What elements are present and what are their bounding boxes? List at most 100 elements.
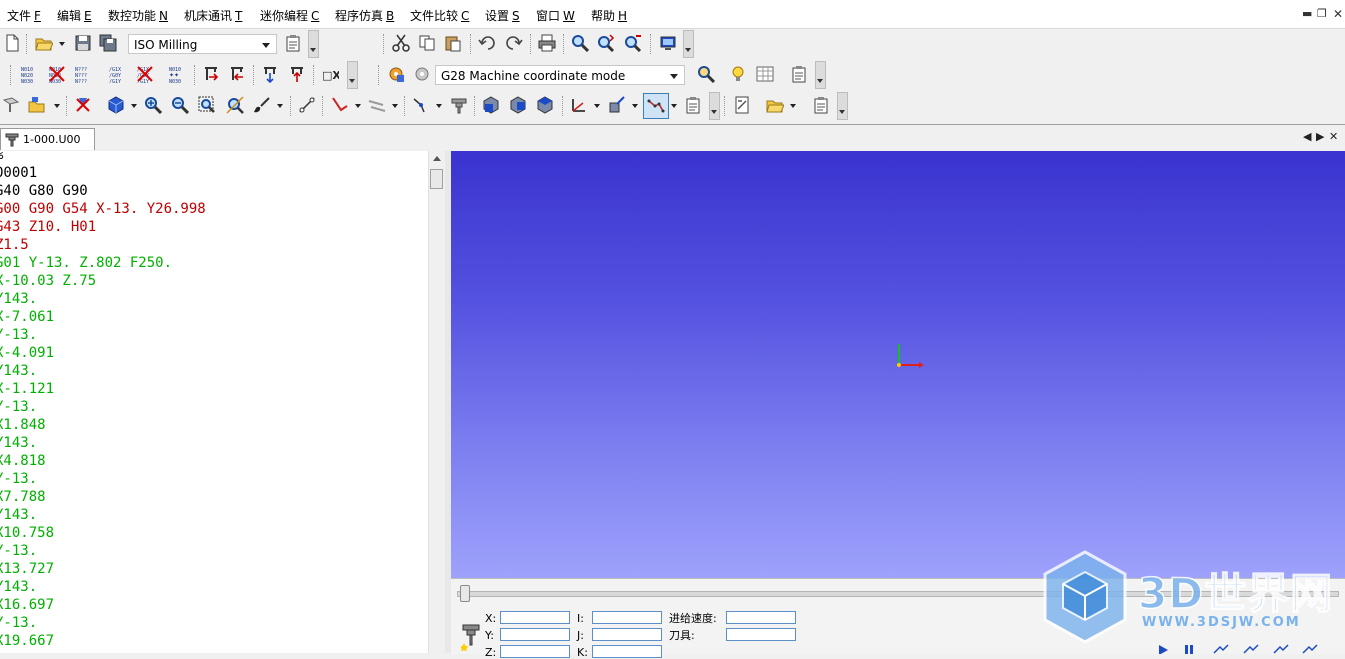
properties-button[interactable] (788, 63, 810, 85)
uncomment-lines-button[interactable]: /G1X/G0Y/G1Y (134, 63, 156, 85)
toolbar-overflow-button[interactable] (308, 30, 319, 58)
measure-button[interactable] (296, 94, 318, 116)
toolbar-overflow-button[interactable] (347, 61, 358, 89)
machine-settings-button[interactable] (282, 32, 304, 54)
path-points-button[interactable] (410, 94, 432, 116)
toolbar-overflow-button[interactable] (683, 30, 694, 58)
save-button[interactable] (72, 32, 94, 54)
tab-close-icon[interactable]: ✕ (1329, 130, 1338, 143)
simulation-viewport[interactable] (451, 151, 1345, 578)
redo-button[interactable] (503, 32, 525, 54)
chevron-down-icon[interactable] (436, 104, 442, 108)
close-icon[interactable]: ✕ (1333, 7, 1343, 21)
workpiece-button[interactable] (606, 94, 628, 116)
clear-axis-button[interactable]: □X (319, 63, 341, 85)
menu-simulation[interactable]: 程序仿真 B (335, 9, 394, 23)
toolbar-grip (66, 96, 70, 116)
display-button[interactable] (657, 32, 679, 54)
simulate-button[interactable] (385, 63, 407, 85)
g28-mode-select[interactable]: G28 Machine coordinate mode (435, 65, 685, 85)
tab-document[interactable]: 1-000.U00 (0, 128, 95, 150)
menu-window[interactable]: 窗口 W (536, 9, 575, 23)
toolpath-button[interactable] (329, 94, 351, 116)
tool-library-button[interactable] (26, 94, 48, 116)
chevron-down-icon[interactable] (671, 104, 677, 108)
folder-tool-icon (28, 97, 45, 113)
menu-nc-functions[interactable]: 数控功能 N (108, 9, 168, 23)
chevron-down-icon[interactable] (59, 42, 65, 46)
chevron-down-icon[interactable] (355, 104, 361, 108)
toolbar-overflow-button[interactable] (837, 92, 848, 120)
chevron-down-icon[interactable] (131, 104, 137, 108)
tool-holder-button[interactable] (448, 94, 470, 116)
delete-block-button[interactable] (226, 63, 248, 85)
chevron-down-icon[interactable] (277, 104, 283, 108)
print-button[interactable] (536, 32, 558, 54)
search-g28-button[interactable] (695, 63, 717, 85)
machine-type-select[interactable]: ISO Milling (128, 34, 277, 54)
toolbar-overflow-button[interactable] (709, 92, 720, 120)
paste-button[interactable] (442, 32, 464, 54)
find-button[interactable] (569, 32, 591, 54)
chevron-down-icon[interactable] (790, 104, 796, 108)
delete-tool-button[interactable] (72, 94, 94, 116)
dot-pattern-button[interactable]: N010 ✦✦ N030 (166, 63, 188, 85)
path-trace-button[interactable] (643, 93, 669, 119)
zoom-in-button[interactable] (142, 94, 164, 116)
scroll-thumb[interactable] (430, 169, 443, 189)
transfer-down-button[interactable] (259, 63, 281, 85)
number-unknown-button[interactable]: N??? N??? N??? (72, 63, 94, 85)
tab-prev-icon[interactable]: ◀ (1303, 130, 1311, 143)
editor-scrollbar[interactable] (428, 151, 446, 653)
tips-button[interactable] (727, 63, 749, 85)
new-file-button[interactable] (1, 32, 23, 54)
view-top-button[interactable] (534, 94, 556, 116)
find-next-button[interactable] (595, 32, 617, 54)
zoom-window-button[interactable] (196, 94, 218, 116)
menu-help[interactable]: 帮助 H (591, 9, 627, 23)
minimize-icon[interactable]: ▬ (1302, 7, 1312, 20)
nc-code-editor[interactable]: %O0001 G40 G80 G90 G00 G90 G54 X-13. Y26.9… (0, 151, 428, 653)
settings-gear-button[interactable] (411, 63, 433, 85)
table-button[interactable] (754, 63, 776, 85)
replace-button[interactable] (622, 32, 644, 54)
menu-edit[interactable]: 编辑 E (57, 9, 92, 23)
report-button[interactable] (731, 94, 753, 116)
renumber-button[interactable]: N010 N020 N030 (18, 63, 40, 85)
project-properties-button[interactable] (810, 94, 832, 116)
chevron-down-icon[interactable] (54, 104, 60, 108)
menu-file-compare[interactable]: 文件比较 C (410, 9, 469, 23)
comment-lines-button[interactable]: /G1X/G0Y/G1Y (106, 63, 128, 85)
axis-button[interactable] (568, 94, 590, 116)
view-properties-button[interactable] (682, 94, 704, 116)
zoom-out-button[interactable] (169, 94, 191, 116)
save-all-button[interactable] (97, 32, 119, 54)
view-side-button[interactable] (507, 94, 529, 116)
cut-button[interactable] (390, 32, 412, 54)
menu-file[interactable]: 文件 F (7, 9, 41, 23)
copy-button[interactable] (416, 32, 438, 54)
simulation-slider-thumb[interactable] (460, 585, 470, 602)
tab-next-icon[interactable]: ▶ (1316, 130, 1324, 143)
chevron-down-icon[interactable] (594, 104, 600, 108)
undo-button[interactable] (476, 32, 498, 54)
chevron-down-icon[interactable] (392, 104, 398, 108)
rapid-path-button[interactable] (366, 94, 388, 116)
scroll-up-icon[interactable] (433, 156, 441, 161)
zoom-fit-button[interactable] (224, 94, 246, 116)
restore-icon[interactable]: ❐ (1317, 7, 1327, 20)
view-front-button[interactable] (480, 94, 502, 116)
transfer-up-button[interactable] (286, 63, 308, 85)
solid-view-button[interactable] (105, 94, 127, 116)
remove-numbers-button[interactable]: N010N020N030 (46, 63, 68, 85)
menu-settings[interactable]: 设置 S (485, 9, 520, 23)
toolbar-overflow-button[interactable] (815, 61, 826, 89)
brush-button[interactable] (251, 94, 273, 116)
chevron-down-icon[interactable] (632, 104, 638, 108)
cutter-button[interactable] (0, 94, 22, 116)
menu-machine-comm[interactable]: 机床通讯 T (184, 9, 242, 23)
menu-mini-programming[interactable]: 迷你编程 C (260, 9, 319, 23)
open-file-button[interactable] (33, 32, 55, 54)
open-project-button[interactable] (764, 94, 786, 116)
insert-block-button[interactable] (200, 63, 222, 85)
